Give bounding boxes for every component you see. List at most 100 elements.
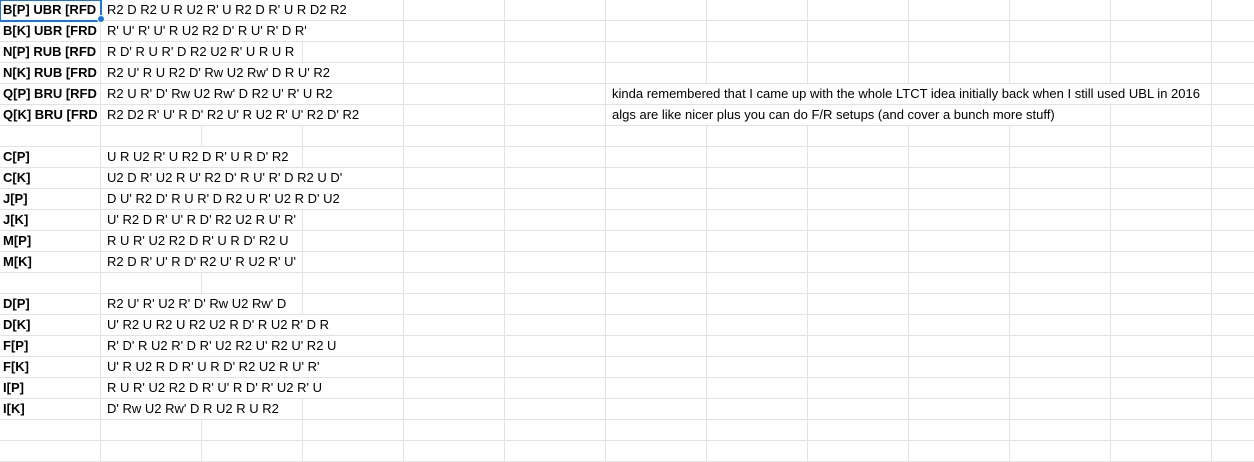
cell-empty[interactable] [505, 441, 606, 462]
cell-empty[interactable] [1111, 441, 1212, 462]
cell-empty[interactable] [909, 210, 1010, 231]
cell-label[interactable] [0, 273, 101, 294]
cell-empty[interactable] [505, 420, 606, 441]
cell-empty[interactable] [1010, 63, 1111, 84]
cell-note[interactable] [606, 63, 707, 84]
cell-empty[interactable] [404, 399, 505, 420]
cell-empty[interactable] [1111, 126, 1212, 147]
cell-empty[interactable] [1212, 441, 1254, 462]
cell-empty[interactable] [404, 420, 505, 441]
cell-note[interactable] [606, 399, 707, 420]
cell-empty[interactable] [404, 252, 505, 273]
cell-empty[interactable] [1010, 273, 1111, 294]
cell-empty[interactable] [909, 315, 1010, 336]
cell-empty[interactable] [505, 168, 606, 189]
cell-empty[interactable] [505, 84, 606, 105]
cell-alg[interactable]: U' R2 D R' U' R D' R2 U2 R U' R' [101, 210, 298, 231]
cell-empty[interactable] [808, 0, 909, 21]
selection-fill-handle[interactable] [97, 15, 105, 23]
cell-empty[interactable] [808, 42, 909, 63]
cell-empty[interactable] [404, 231, 505, 252]
cell-empty[interactable] [1010, 294, 1111, 315]
cell-empty[interactable] [404, 378, 505, 399]
cell-empty[interactable] [505, 315, 606, 336]
cell-empty[interactable] [1010, 0, 1111, 21]
cell-empty[interactable] [909, 0, 1010, 21]
cell-empty[interactable] [404, 63, 505, 84]
cell-note[interactable] [606, 378, 707, 399]
cell-label[interactable]: N[K] RUB [FRD [0, 63, 101, 84]
cell-empty[interactable] [303, 420, 404, 441]
cell-label[interactable]: D[K] [0, 315, 101, 336]
cell-note[interactable]: algs are like nicer plus you can do F/R … [606, 105, 1057, 126]
cell-empty[interactable] [808, 21, 909, 42]
cell-empty[interactable] [1111, 63, 1212, 84]
cell-empty[interactable] [909, 42, 1010, 63]
cell-alg[interactable]: R2 U' R U R2 D' Rw U2 Rw' D R U' R2 [101, 63, 333, 84]
cell-empty[interactable] [505, 252, 606, 273]
cell-empty[interactable] [1111, 252, 1212, 273]
cell-empty[interactable] [1212, 315, 1254, 336]
cell-alg[interactable] [101, 420, 202, 441]
cell-empty[interactable] [808, 441, 909, 462]
cell-empty[interactable] [1212, 420, 1254, 441]
cell-label[interactable]: Q[K] BRU [FRD [0, 105, 101, 126]
cell-note[interactable] [606, 210, 707, 231]
cell-empty[interactable] [1111, 336, 1212, 357]
cell-alg[interactable]: R2 U' R' U2 R' D' Rw U2 Rw' D [101, 294, 289, 315]
cell-empty[interactable] [707, 273, 808, 294]
cell-empty[interactable] [1010, 336, 1111, 357]
cell-empty[interactable] [1010, 315, 1111, 336]
cell-empty[interactable] [202, 441, 303, 462]
cell-empty[interactable] [1010, 126, 1111, 147]
cell-label[interactable] [0, 441, 101, 462]
cell-empty[interactable] [505, 21, 606, 42]
cell-empty[interactable] [505, 126, 606, 147]
cell-label[interactable]: N[P] RUB [RFD [0, 42, 101, 63]
cell-empty[interactable] [1212, 168, 1254, 189]
cell-empty[interactable] [1111, 42, 1212, 63]
cell-empty[interactable] [404, 441, 505, 462]
cell-empty[interactable] [303, 126, 404, 147]
cell-empty[interactable] [1010, 357, 1111, 378]
cell-empty[interactable] [505, 273, 606, 294]
cell-empty[interactable] [808, 168, 909, 189]
cell-empty[interactable] [505, 399, 606, 420]
cell-empty[interactable] [909, 357, 1010, 378]
cell-empty[interactable] [707, 294, 808, 315]
cell-empty[interactable] [404, 210, 505, 231]
cell-empty[interactable] [303, 294, 404, 315]
cell-empty[interactable] [909, 126, 1010, 147]
cell-note[interactable] [606, 168, 707, 189]
cell-empty[interactable] [1010, 399, 1111, 420]
cell-empty[interactable] [707, 441, 808, 462]
cell-alg[interactable]: U' R2 U R2 U R2 U2 R D' R U2 R' D R [101, 315, 331, 336]
cell-note[interactable] [606, 147, 707, 168]
cell-empty[interactable] [1010, 21, 1111, 42]
cell-note[interactable] [606, 126, 707, 147]
cell-empty[interactable] [202, 273, 303, 294]
cell-label[interactable]: I[P] [0, 378, 101, 399]
cell-note[interactable] [606, 189, 707, 210]
cell-empty[interactable] [505, 231, 606, 252]
cell-empty[interactable] [303, 252, 404, 273]
cell-empty[interactable] [707, 231, 808, 252]
cell-empty[interactable] [808, 357, 909, 378]
cell-note[interactable] [606, 357, 707, 378]
cell-empty[interactable] [1010, 168, 1111, 189]
cell-alg[interactable]: U R U2 R' U R2 D R' U R D' R2 [101, 147, 291, 168]
cell-empty[interactable] [1111, 147, 1212, 168]
cell-empty[interactable] [808, 273, 909, 294]
cell-empty[interactable] [707, 399, 808, 420]
cell-alg[interactable]: R' D' R U2 R' D R' U2 R2 U' R2 U' R2 U [101, 336, 339, 357]
cell-alg[interactable]: R U R' U2 R2 D R' U R D' R2 U [101, 231, 291, 252]
cell-empty[interactable] [505, 210, 606, 231]
cell-empty[interactable] [505, 105, 606, 126]
cell-empty[interactable] [808, 210, 909, 231]
cell-empty[interactable] [909, 189, 1010, 210]
cell-label[interactable]: M[P] [0, 231, 101, 252]
cell-empty[interactable] [909, 336, 1010, 357]
cell-empty[interactable] [1212, 399, 1254, 420]
cell-note[interactable] [606, 21, 707, 42]
cell-alg[interactable]: D U' R2 D' R U R' D R2 U R' U2 R D' U2 [101, 189, 342, 210]
